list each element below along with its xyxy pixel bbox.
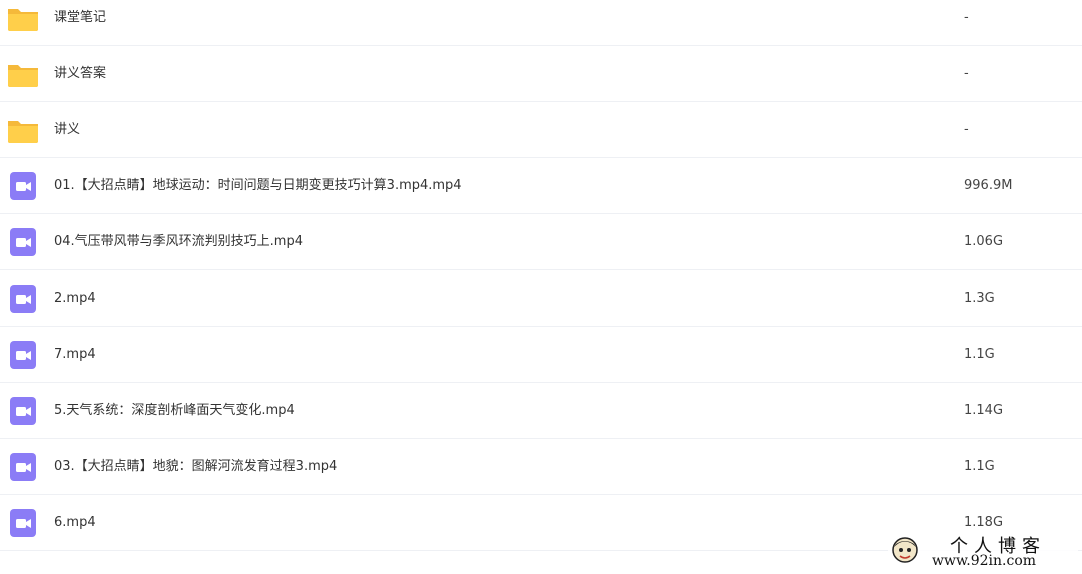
- file-name[interactable]: 7.mp4: [54, 327, 96, 383]
- file-name[interactable]: 课堂笔记: [54, 0, 106, 46]
- folder-icon: [7, 58, 39, 90]
- file-size: 1.1G: [964, 459, 995, 474]
- file-size: -: [964, 10, 969, 25]
- file-name[interactable]: 5.天气系统：深度剖析峰面天气变化.mp4: [54, 383, 295, 439]
- file-size: 1.14G: [964, 403, 1004, 418]
- folder-icon: [7, 114, 39, 146]
- video-file-icon: [7, 451, 39, 483]
- file-name[interactable]: 6.mp4: [54, 495, 96, 551]
- file-name[interactable]: 03.【大招点睛】地貌：图解河流发育过程3.mp4: [54, 439, 337, 495]
- cartoon-avatar-icon: [890, 535, 920, 565]
- file-size: 1.1G: [964, 347, 995, 362]
- file-row-folder[interactable]: 课堂笔记 -: [0, 0, 1082, 46]
- file-row-video[interactable]: 7.mp4 1.1G: [0, 327, 1082, 383]
- file-size: 996.9M: [964, 178, 1013, 193]
- folder-icon: [7, 2, 39, 34]
- video-file-icon: [7, 395, 39, 427]
- file-size: 1.3G: [964, 291, 995, 306]
- video-file-icon: [7, 339, 39, 371]
- video-file-icon: [7, 283, 39, 315]
- file-name[interactable]: 讲义答案: [54, 46, 106, 102]
- file-row-folder[interactable]: 讲义 -: [0, 102, 1082, 158]
- file-row-video[interactable]: 5.天气系统：深度剖析峰面天气变化.mp4 1.14G: [0, 383, 1082, 439]
- file-row-video[interactable]: 03.【大招点睛】地貌：图解河流发育过程3.mp4 1.1G: [0, 439, 1082, 495]
- file-list: 课堂笔记 - 讲义答案 - 讲义 - 01.【大招点睛】地球运动：时间问题与日期…: [0, 0, 1082, 574]
- blog-watermark: 个人博客 www.92in.com: [888, 531, 1078, 573]
- video-file-icon: [7, 226, 39, 258]
- file-name[interactable]: 2.mp4: [54, 271, 96, 327]
- file-row-video[interactable]: 2.mp4 1.3G: [0, 271, 1082, 327]
- video-file-icon: [7, 170, 39, 202]
- file-name[interactable]: 04.气压带风带与季风环流判别技巧上.mp4: [54, 214, 303, 270]
- file-name[interactable]: 01.【大招点睛】地球运动：时间问题与日期变更技巧计算3.mp4.mp4: [54, 158, 462, 214]
- video-file-icon: [7, 507, 39, 539]
- file-name[interactable]: 讲义: [54, 102, 80, 158]
- file-row-video[interactable]: 04.气压带风带与季风环流判别技巧上.mp4 1.06G: [0, 214, 1082, 270]
- file-row-folder[interactable]: 讲义答案 -: [0, 46, 1082, 102]
- file-size: 1.06G: [964, 234, 1004, 249]
- file-row-video[interactable]: 01.【大招点睛】地球运动：时间问题与日期变更技巧计算3.mp4.mp4 996…: [0, 158, 1082, 214]
- watermark-url: www.92in.com: [932, 553, 1037, 569]
- file-size: -: [964, 122, 969, 137]
- file-size: -: [964, 66, 969, 81]
